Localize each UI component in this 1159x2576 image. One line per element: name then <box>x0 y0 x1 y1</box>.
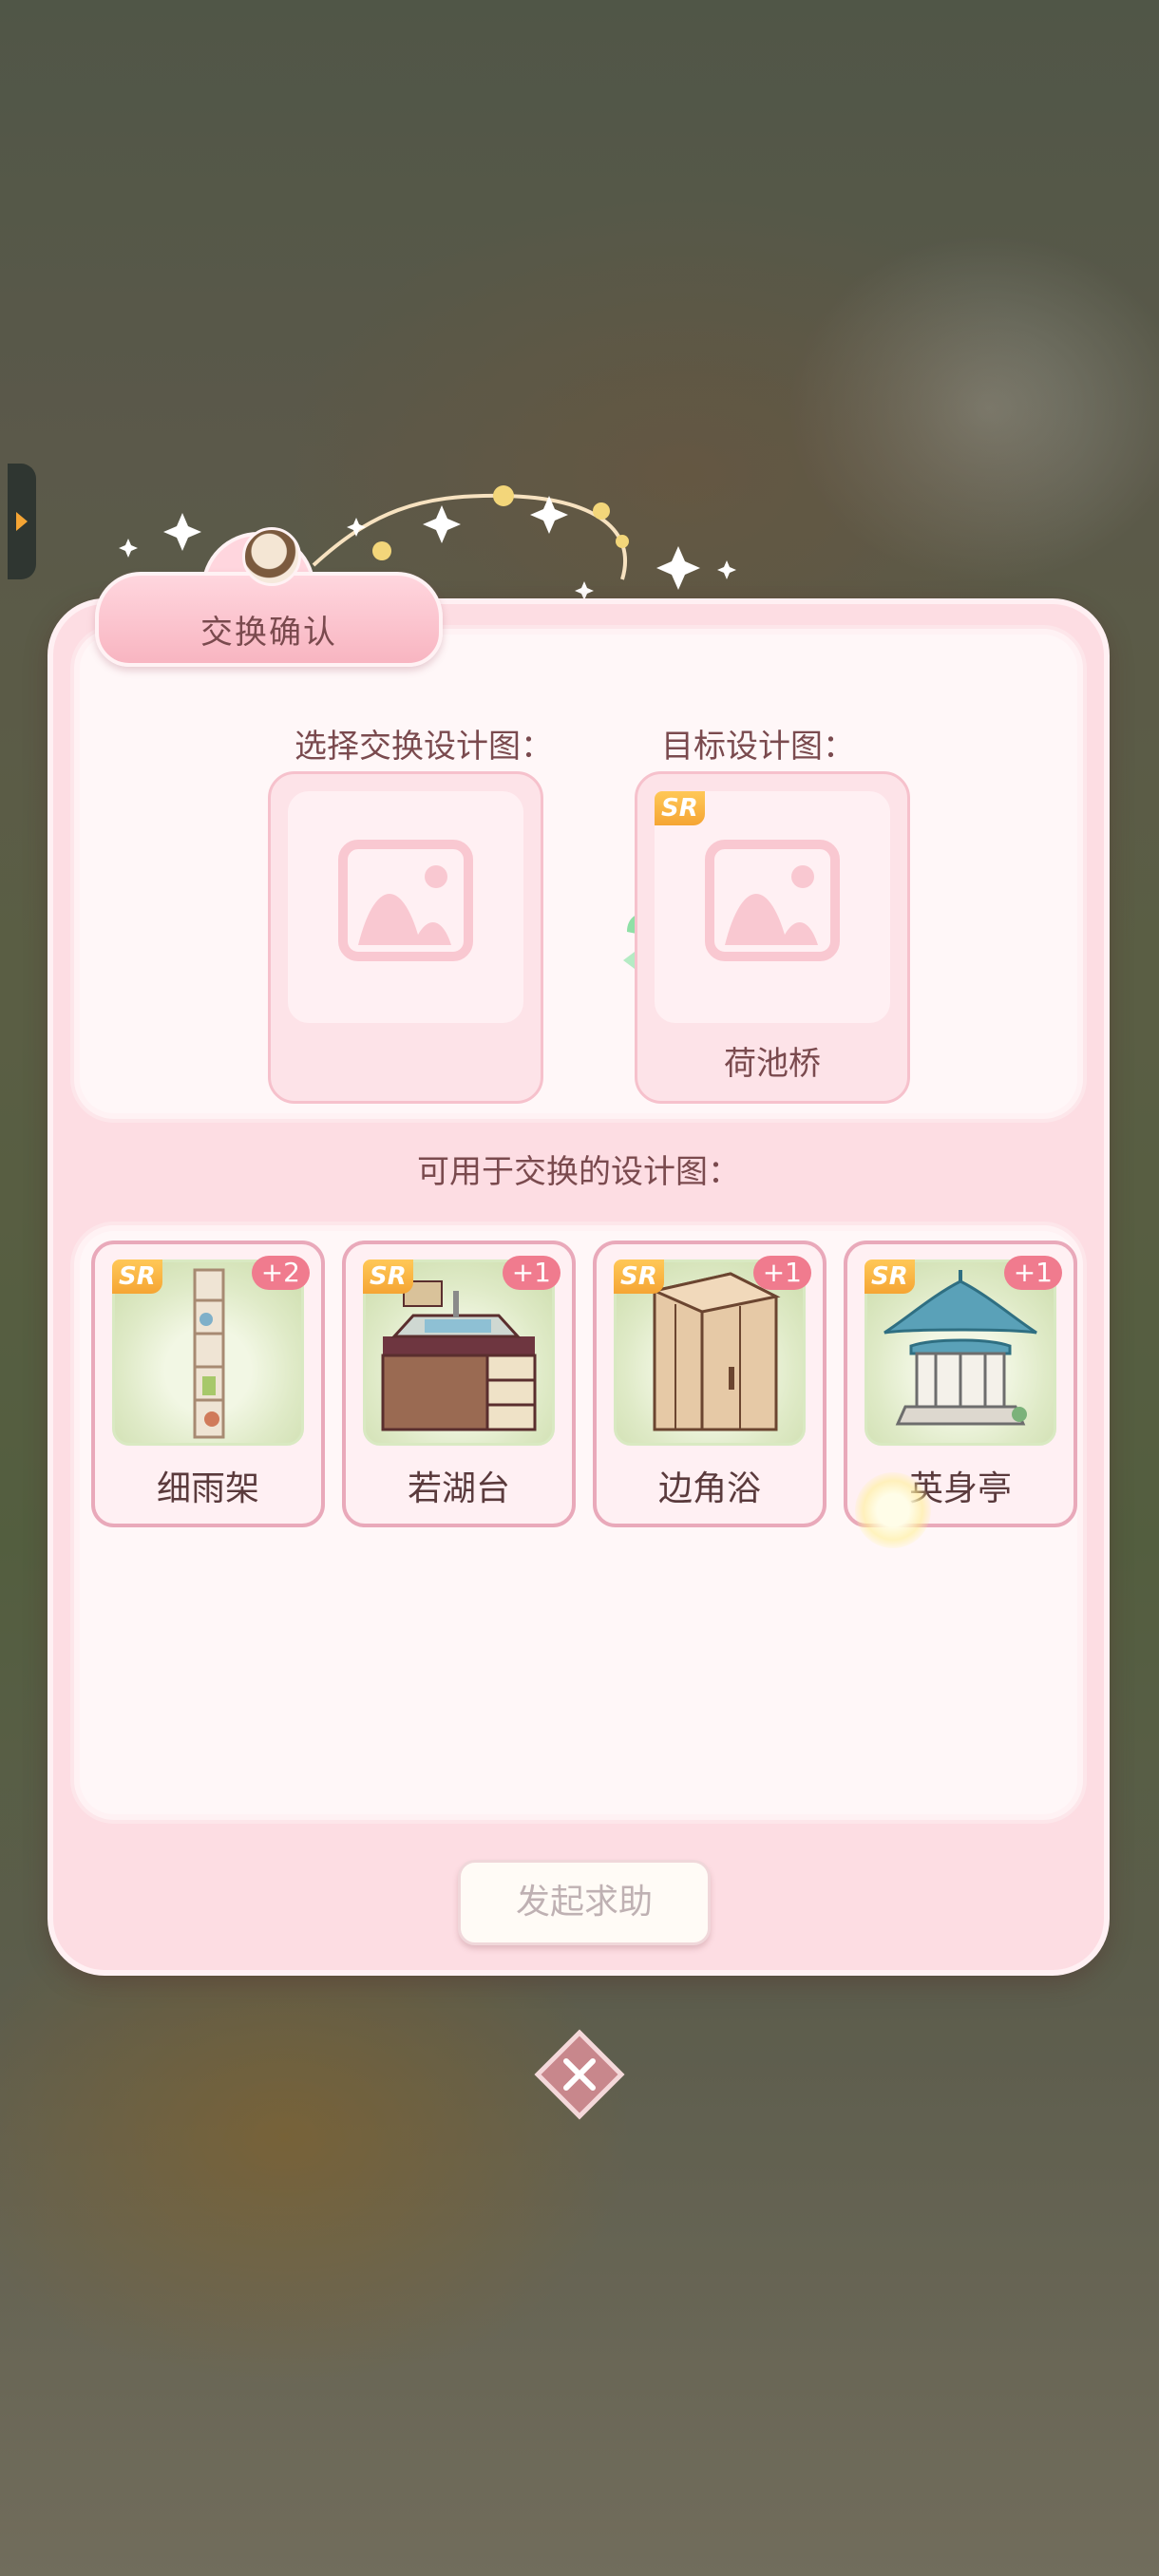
blueprint-card-0[interactable]: SR +2 细雨架 <box>91 1241 325 1527</box>
close-icon <box>534 2029 625 2120</box>
select-blueprint-label: 选择交换设计图： <box>294 728 553 766</box>
rarity-badge: SR <box>614 1260 664 1294</box>
exchange-confirm-dialog: 选择交换设计图： 目标设计图： SR 荷池桥 可用于交换的设计图： SR +2 … <box>48 598 1110 1976</box>
blueprint-count-badge: +1 <box>502 1256 560 1290</box>
touch-sparkle <box>855 1472 931 1548</box>
rarity-badge: SR <box>363 1260 413 1294</box>
chevron-right-icon <box>16 512 28 531</box>
available-blueprints-label: 可用于交换的设计图： <box>417 1153 740 1191</box>
blueprint-name: 若湖台 <box>407 1469 510 1508</box>
blueprint-name: 细雨架 <box>156 1469 259 1508</box>
target-blueprint-label: 目标设计图： <box>661 728 855 766</box>
dialog-title-tab: 交换确认 <box>95 522 443 667</box>
rarity-badge: SR <box>112 1260 162 1294</box>
blueprint-count-badge: +2 <box>251 1256 310 1290</box>
blueprint-card-1[interactable]: SR +1 若湖台 <box>342 1241 576 1527</box>
target-blueprint-name: 荷池桥 <box>724 1045 821 1083</box>
rarity-badge: SR <box>864 1260 915 1294</box>
blueprint-count-badge: +1 <box>752 1256 811 1290</box>
blueprint-count-badge: +1 <box>1003 1256 1062 1290</box>
rarity-badge: SR <box>655 791 705 825</box>
request-help-button[interactable]: 发起求助 <box>458 1860 711 1945</box>
close-button[interactable] <box>534 2029 625 2120</box>
image-placeholder-icon <box>705 840 840 961</box>
exchange-selection-area: 选择交换设计图： 目标设计图： SR 荷池桥 <box>70 625 1087 1123</box>
target-blueprint-slot[interactable]: SR 荷池桥 <box>635 771 910 1104</box>
blueprint-card-2[interactable]: SR +1 边角浴 <box>593 1241 826 1527</box>
dialog-title: 交换确认 <box>200 614 337 652</box>
select-blueprint-slot[interactable] <box>268 771 543 1104</box>
blueprint-name: 边角浴 <box>657 1469 761 1508</box>
image-placeholder-icon <box>338 840 473 961</box>
side-expand-tab[interactable] <box>8 464 36 579</box>
avatar <box>242 527 301 586</box>
